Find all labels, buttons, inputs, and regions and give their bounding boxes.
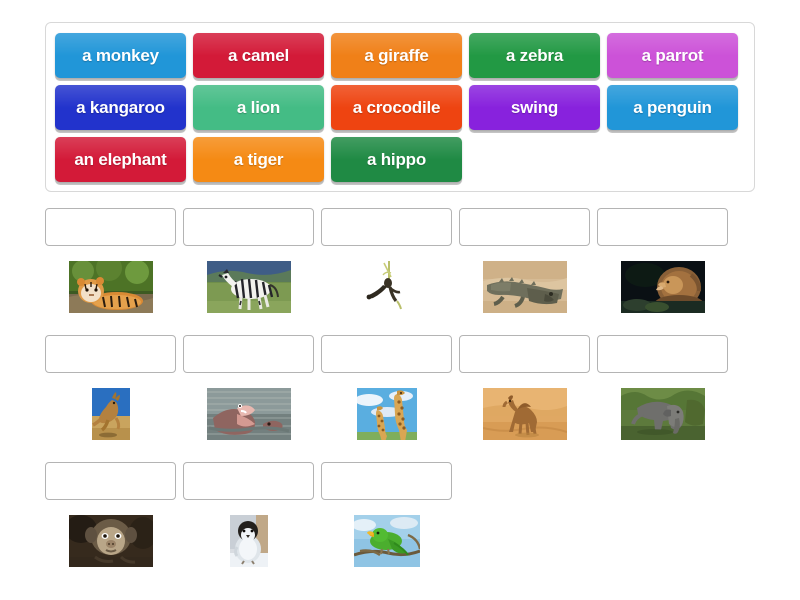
word-tile-a-tiger[interactable]: a tiger bbox=[193, 137, 324, 182]
monkey-photo bbox=[45, 513, 176, 569]
answer-cell bbox=[597, 208, 728, 315]
dropzone-swing[interactable] bbox=[321, 208, 452, 246]
parrot-photo bbox=[321, 513, 452, 569]
crocodile-photo bbox=[459, 259, 590, 315]
answer-row bbox=[45, 335, 755, 442]
word-tile-label: an elephant bbox=[74, 149, 167, 169]
giraffe-photo-canvas bbox=[356, 388, 417, 440]
tiger-photo-canvas bbox=[68, 261, 153, 313]
answer-cell bbox=[459, 208, 590, 315]
word-tile-a-lion[interactable]: a lion bbox=[193, 85, 324, 130]
crocodile-photo-canvas bbox=[482, 261, 567, 313]
answer-cell bbox=[459, 335, 590, 442]
word-tile-label: a monkey bbox=[82, 45, 159, 65]
answer-cell bbox=[45, 335, 176, 442]
word-tile-label: a tiger bbox=[233, 149, 284, 169]
answer-cell bbox=[45, 462, 176, 569]
dropzone-elephant[interactable] bbox=[597, 335, 728, 373]
word-tile-a-monkey[interactable]: a monkey bbox=[55, 33, 186, 78]
camel-photo-canvas bbox=[482, 388, 567, 440]
answer-cell bbox=[597, 462, 728, 569]
dropzone-zebra[interactable] bbox=[183, 208, 314, 246]
elephant-photo-canvas bbox=[620, 388, 705, 440]
word-tile-a-hippo[interactable]: a hippo bbox=[331, 137, 462, 182]
answer-grid bbox=[45, 208, 755, 589]
dropzone-giraffe[interactable] bbox=[321, 335, 452, 373]
lion-photo-canvas bbox=[620, 261, 705, 313]
word-tile-bank: a monkey a camel a giraffe a zebra a parrot a… bbox=[45, 22, 755, 192]
hippo-photo-canvas bbox=[206, 388, 291, 440]
tile-row: an elephant a tiger a hippo bbox=[55, 137, 745, 182]
answer-cell bbox=[321, 335, 452, 442]
tiger-photo bbox=[45, 259, 176, 315]
kangaroo-photo-canvas bbox=[91, 388, 130, 440]
answer-cell bbox=[183, 208, 314, 315]
camel-photo bbox=[459, 386, 590, 442]
answer-row bbox=[45, 208, 755, 315]
elephant-photo bbox=[597, 386, 728, 442]
swing-photo-canvas bbox=[356, 261, 417, 313]
dropzone-lion[interactable] bbox=[597, 208, 728, 246]
dropzone-camel[interactable] bbox=[459, 335, 590, 373]
word-tile-label: a camel bbox=[228, 45, 289, 65]
dropzone-tiger[interactable] bbox=[45, 208, 176, 246]
dropzone-parrot[interactable] bbox=[321, 462, 452, 500]
word-tile-an-elephant[interactable]: an elephant bbox=[55, 137, 186, 182]
dropzone-kangaroo[interactable] bbox=[45, 335, 176, 373]
answer-cell bbox=[321, 208, 452, 315]
answer-cell bbox=[321, 462, 452, 569]
activity-root: a monkey a camel a giraffe a zebra a parrot a… bbox=[0, 0, 800, 600]
word-tile-label: a penguin bbox=[633, 97, 712, 117]
word-tile-label: a hippo bbox=[366, 149, 427, 169]
word-tile-a-giraffe[interactable]: a giraffe bbox=[331, 33, 462, 78]
answer-row bbox=[45, 462, 755, 569]
monkey-photo-canvas bbox=[68, 515, 153, 567]
answer-cell bbox=[459, 462, 590, 569]
word-tile-a-kangaroo[interactable]: a kangaroo bbox=[55, 85, 186, 130]
dropzone-penguin[interactable] bbox=[183, 462, 314, 500]
dropzone-crocodile[interactable] bbox=[459, 208, 590, 246]
word-tile-a-camel[interactable]: a camel bbox=[193, 33, 324, 78]
dropzone-hippo[interactable] bbox=[183, 335, 314, 373]
word-tile-a-penguin[interactable]: a penguin bbox=[607, 85, 738, 130]
giraffe-photo bbox=[321, 386, 452, 442]
tile-row: a kangaroo a lion a crocodile swing a pengui… bbox=[55, 85, 745, 130]
word-tile-label: a crocodile bbox=[352, 97, 441, 117]
dropzone-monkey[interactable] bbox=[45, 462, 176, 500]
word-tile-a-crocodile[interactable]: a crocodile bbox=[331, 85, 462, 130]
word-tile-label: a kangaroo bbox=[76, 97, 165, 117]
penguin-photo bbox=[183, 513, 314, 569]
word-tile-label: a lion bbox=[236, 97, 281, 117]
lion-photo bbox=[597, 259, 728, 315]
zebra-photo bbox=[183, 259, 314, 315]
hippo-photo bbox=[183, 386, 314, 442]
word-tile-a-zebra[interactable]: a zebra bbox=[469, 33, 600, 78]
kangaroo-photo bbox=[45, 386, 176, 442]
answer-cell bbox=[183, 335, 314, 442]
tile-row: a monkey a camel a giraffe a zebra a parrot bbox=[55, 33, 745, 78]
swing-photo bbox=[321, 259, 452, 315]
word-tile-a-parrot[interactable]: a parrot bbox=[607, 33, 738, 78]
word-tile-label: a zebra bbox=[505, 45, 564, 65]
parrot-photo-canvas bbox=[353, 515, 420, 567]
answer-cell bbox=[183, 462, 314, 569]
word-tile-label: a giraffe bbox=[364, 45, 429, 65]
zebra-photo-canvas bbox=[206, 261, 291, 313]
word-tile-swing[interactable]: swing bbox=[469, 85, 600, 130]
word-tile-label: swing bbox=[510, 97, 559, 117]
answer-cell bbox=[45, 208, 176, 315]
word-tile-label: a parrot bbox=[641, 45, 704, 65]
answer-cell bbox=[597, 335, 728, 442]
penguin-photo-canvas bbox=[229, 515, 268, 567]
